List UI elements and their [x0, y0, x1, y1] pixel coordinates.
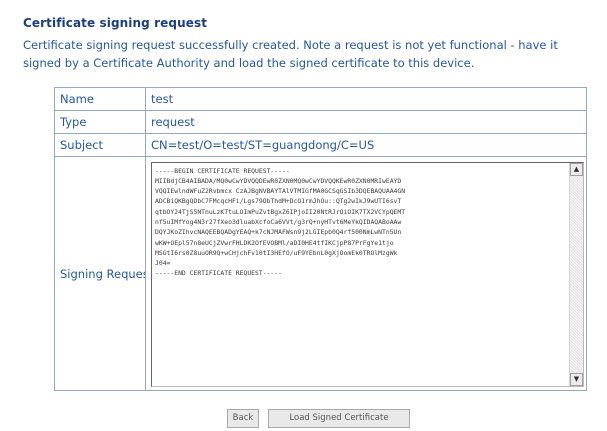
row-signing-request: Signing Request -----BEGIN CERTIFICATE R…	[54, 156, 587, 391]
name-label: Name	[54, 87, 146, 111]
row-type: Type request	[54, 110, 587, 134]
certificate-info-table: Name test Type request Subject CN=test/O…	[54, 87, 587, 391]
name-value: test	[145, 87, 587, 111]
load-signed-certificate-button[interactable]: Load Signed Certificate	[268, 409, 410, 428]
subject-label: Subject	[54, 133, 146, 157]
signing-request-textarea[interactable]: -----BEGIN CERTIFICATE REQUEST----- MIIB…	[151, 161, 584, 387]
signing-request-text[interactable]: -----BEGIN CERTIFICATE REQUEST----- MIIB…	[155, 166, 567, 384]
scroll-down-arrow-icon[interactable]: ▼	[570, 372, 583, 386]
vertical-scrollbar[interactable]: ▲ ▼	[569, 162, 583, 386]
signing-request-cell: -----BEGIN CERTIFICATE REQUEST----- MIIB…	[145, 156, 587, 391]
row-subject: Subject CN=test/O=test/ST=guangdong/C=US	[54, 133, 587, 157]
signing-request-label: Signing Request	[54, 156, 146, 391]
back-button[interactable]: Back	[227, 409, 259, 428]
type-label: Type	[54, 110, 146, 134]
row-name: Name test	[54, 87, 587, 111]
page-description: Certificate signing request successfully…	[23, 38, 558, 70]
subject-value: CN=test/O=test/ST=guangdong/C=US	[145, 133, 587, 157]
scroll-up-arrow-icon[interactable]: ▲	[570, 162, 583, 176]
page-title: Certificate signing request	[23, 16, 208, 30]
type-value: request	[145, 110, 587, 134]
